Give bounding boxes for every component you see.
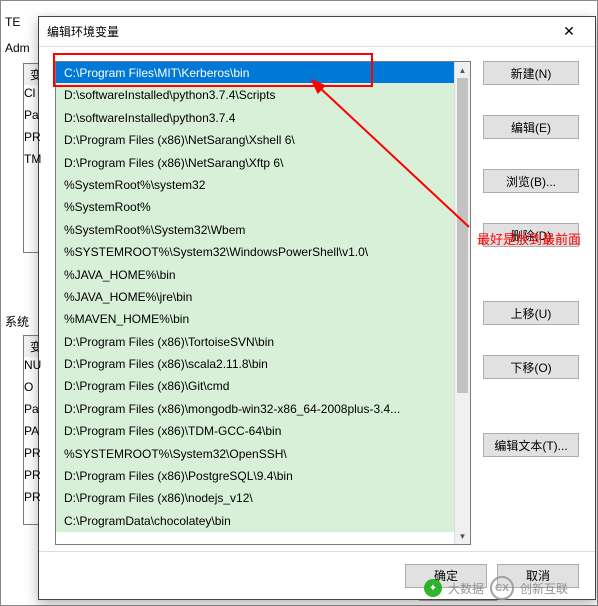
scroll-down-icon[interactable]: ▼ xyxy=(455,528,471,544)
close-icon[interactable]: ✕ xyxy=(551,20,587,44)
list-item[interactable]: %SystemRoot%\System32\Wbem xyxy=(56,219,454,241)
edit-env-dialog: 编辑环境变量 ✕ C:\Program Files\MIT\Kerberos\b… xyxy=(38,16,596,600)
wechat-icon: ✦ xyxy=(424,579,442,597)
watermark-text-2: 创新互联 xyxy=(520,580,568,597)
edit-text-button[interactable]: 编辑文本(T)... xyxy=(483,433,579,457)
scrollbar[interactable]: ▲ ▼ xyxy=(454,62,470,544)
list-item[interactable]: D:\Program Files (x86)\TortoiseSVN\bin xyxy=(56,331,454,353)
watermark-text-1: 大数据 xyxy=(448,580,484,597)
new-button[interactable]: 新建(N) xyxy=(483,61,579,85)
logo-icon: CX xyxy=(490,576,514,600)
list-item[interactable]: %MAVEN_HOME%\bin xyxy=(56,308,454,330)
list-item[interactable]: %JAVA_HOME%\jre\bin xyxy=(56,286,454,308)
list-item[interactable]: D:\softwareInstalled\python3.7.4 xyxy=(56,107,454,129)
bg-rows-2: NU O Pa PA PR PR PR xyxy=(24,354,41,508)
annotation-text: 最好是放到最前面 xyxy=(477,229,581,248)
list-item[interactable]: %SystemRoot% xyxy=(56,196,454,218)
bg-label-admin: Adm xyxy=(5,41,30,55)
list-item[interactable]: %JAVA_HOME%\bin xyxy=(56,264,454,286)
scroll-track[interactable] xyxy=(455,78,470,528)
browse-button[interactable]: 浏览(B)... xyxy=(483,169,579,193)
scroll-up-icon[interactable]: ▲ xyxy=(455,62,471,78)
dialog-title: 编辑环境变量 xyxy=(47,23,551,40)
bg-label-te: TE xyxy=(5,15,20,29)
edit-button[interactable]: 编辑(E) xyxy=(483,115,579,139)
list-item[interactable]: C:\Program Files\MIT\Kerberos\bin xyxy=(56,62,454,84)
list-item[interactable]: %SystemRoot%\system32 xyxy=(56,174,454,196)
titlebar: 编辑环境变量 ✕ xyxy=(39,17,595,47)
list-item[interactable]: %SYSTEMROOT%\System32\WindowsPowerShell\… xyxy=(56,241,454,263)
bg-rows-1: Cl Pa PR TM xyxy=(24,82,41,170)
list-item[interactable]: D:\Program Files (x86)\NetSarang\Xshell … xyxy=(56,129,454,151)
list-item[interactable]: D:\Program Files (x86)\scala2.11.8\bin xyxy=(56,353,454,375)
list-item[interactable]: D:\Program Files (x86)\Git\cmd xyxy=(56,375,454,397)
list-item[interactable]: D:\Program Files (x86)\NetSarang\Xftp 6\ xyxy=(56,152,454,174)
list-item[interactable]: D:\Program Files (x86)\nodejs_v12\ xyxy=(56,487,454,509)
list-item[interactable]: C:\ProgramData\chocolatey\bin xyxy=(56,510,454,532)
bg-label-sys: 系统 xyxy=(5,313,29,330)
list-item[interactable]: D:\Program Files (x86)\PostgreSQL\9.4\bi… xyxy=(56,465,454,487)
list-item[interactable]: D:\Program Files (x86)\mongodb-win32-x86… xyxy=(56,398,454,420)
list-item[interactable]: %SYSTEMROOT%\System32\OpenSSH\ xyxy=(56,443,454,465)
button-column: 新建(N) 编辑(E) 浏览(B)... 删除(D) 上移(U) 下移(O) 编… xyxy=(483,61,579,545)
list-item[interactable]: D:\softwareInstalled\python3.7.4\Scripts xyxy=(56,84,454,106)
list-item[interactable]: D:\Program Files (x86)\TDM-GCC-64\bin xyxy=(56,420,454,442)
dialog-content: C:\Program Files\MIT\Kerberos\binD:\soft… xyxy=(39,47,595,551)
move-down-button[interactable]: 下移(O) xyxy=(483,355,579,379)
scroll-thumb[interactable] xyxy=(457,78,468,393)
move-up-button[interactable]: 上移(U) xyxy=(483,301,579,325)
watermark: ✦ 大数据 CX 创新互联 xyxy=(424,576,568,600)
path-listbox[interactable]: C:\Program Files\MIT\Kerberos\binD:\soft… xyxy=(55,61,471,545)
